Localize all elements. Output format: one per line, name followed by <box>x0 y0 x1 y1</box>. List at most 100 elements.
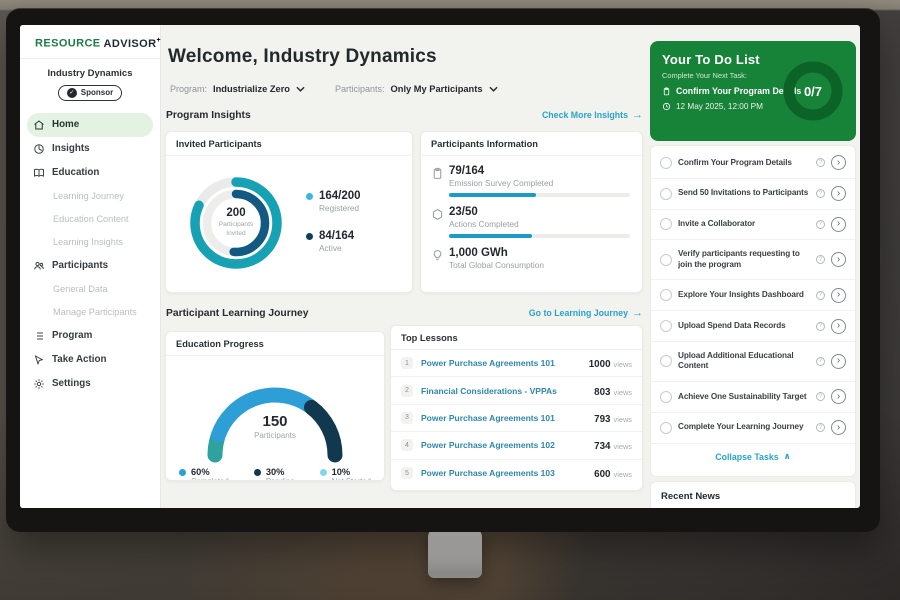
sidebar-item-education-content[interactable]: Education Content <box>20 208 160 231</box>
task-checkbox[interactable] <box>660 355 672 367</box>
section-title: Program Insights <box>166 110 251 121</box>
card-title: Participants Information <box>421 132 642 156</box>
list-icon <box>33 330 45 342</box>
sidebar-item-home[interactable]: Home <box>27 113 153 137</box>
legend-dot <box>320 469 327 476</box>
task-row[interactable]: Complete Your Learning Journey ? › <box>651 413 855 444</box>
sidebar-item-manage-participants[interactable]: Manage Participants <box>20 301 160 324</box>
task-label: Upload Additional Educational Content <box>678 351 810 372</box>
legend-label: Completed <box>191 477 229 481</box>
task-checkbox[interactable] <box>660 391 672 403</box>
info-icon[interactable]: ? <box>816 291 825 300</box>
participants-filter-dropdown[interactable]: Participants: Only My Participants <box>335 84 498 94</box>
metric-value: 79/164 <box>449 165 630 177</box>
check-more-insights-link[interactable]: Check More Insights → <box>542 109 643 121</box>
lesson-link[interactable]: Power Purchase Agreements 101 <box>421 358 589 368</box>
chevron-right-icon[interactable]: › <box>831 420 846 435</box>
sidebar-item-participants[interactable]: Participants <box>20 254 160 278</box>
app-logo: RESOURCEADVISOR+ <box>20 25 160 59</box>
chevron-right-icon[interactable]: › <box>831 319 846 334</box>
info-icon[interactable]: ? <box>816 322 825 331</box>
info-icon[interactable]: ? <box>816 220 825 229</box>
lesson-row[interactable]: 4 Power Purchase Agreements 102 734views <box>391 432 642 459</box>
task-row[interactable]: Send 50 Invitations to Participants ? › <box>651 179 855 210</box>
lesson-link[interactable]: Power Purchase Agreements 102 <box>421 440 594 450</box>
sidebar-item-label: Learning Insights <box>53 237 123 247</box>
filter-value: Industrialize Zero <box>213 84 290 94</box>
info-icon[interactable]: ? <box>816 423 825 432</box>
info-icon[interactable]: ? <box>816 255 825 264</box>
task-row[interactable]: Explore Your Insights Dashboard ? › <box>651 280 855 311</box>
chevron-right-icon[interactable]: › <box>831 155 846 170</box>
chevron-right-icon[interactable]: › <box>831 288 846 303</box>
sidebar-item-learning-insights[interactable]: Learning Insights <box>20 231 160 254</box>
task-checkbox[interactable] <box>660 254 672 266</box>
sponsor-label: Sponsor <box>81 88 113 97</box>
lesson-link[interactable]: Financial Considerations - VPPAs <box>421 386 594 396</box>
todo-task-list: Confirm Your Program Details ? › Send 50… <box>650 145 856 477</box>
task-checkbox[interactable] <box>660 422 672 434</box>
task-row[interactable]: Confirm Your Program Details ? › <box>651 148 855 179</box>
info-icon[interactable]: ? <box>816 189 825 198</box>
lesson-row[interactable]: 3 Power Purchase Agreements 101 793views <box>391 405 642 432</box>
legend-active: 84/164 Active <box>306 230 361 253</box>
go-to-learning-journey-link[interactable]: Go to Learning Journey → <box>529 307 643 319</box>
task-checkbox[interactable] <box>660 157 672 169</box>
task-checkbox[interactable] <box>660 289 672 301</box>
collapse-tasks-link[interactable]: Collapse Tasks ∧ <box>651 444 855 470</box>
chevron-right-icon[interactable]: › <box>831 354 846 369</box>
sidebar-item-label: General Data <box>53 284 108 294</box>
donut-center-caption: Participants Invited <box>210 221 262 238</box>
program-filter-dropdown[interactable]: Program: Industrialize Zero <box>170 84 305 94</box>
lesson-row[interactable]: 5 Power Purchase Agreements 103 600views <box>391 460 642 487</box>
sidebar-item-education[interactable]: Education <box>20 161 160 185</box>
sidebar-item-settings[interactable]: Settings <box>20 372 160 396</box>
views-suffix: views <box>614 360 632 369</box>
lesson-row[interactable]: 1 Power Purchase Agreements 101 1000view… <box>391 350 642 377</box>
sidebar: RESOURCEADVISOR+ Industry Dynamics ✓ Spo… <box>20 25 161 508</box>
learning-journey-header: Participant Learning Journey Go to Learn… <box>166 307 643 319</box>
filters-row: Program: Industrialize Zero Participants… <box>170 84 498 94</box>
legend-value: 164/200 <box>319 190 361 202</box>
legend-value: 84/164 <box>319 230 354 242</box>
info-icon[interactable]: ? <box>816 357 825 366</box>
lesson-link[interactable]: Power Purchase Agreements 101 <box>421 413 594 423</box>
chevron-up-icon: ∧ <box>784 451 791 462</box>
card-title: Invited Participants <box>166 132 412 156</box>
views-suffix: views <box>614 415 632 424</box>
chevron-right-icon[interactable]: › <box>831 252 846 267</box>
legend-label: Not Started <box>332 477 371 481</box>
chevron-right-icon[interactable]: › <box>831 389 846 404</box>
sidebar-item-label: Education Content <box>53 214 129 224</box>
filter-label: Program: <box>170 84 207 94</box>
sponsor-badge[interactable]: ✓ Sponsor <box>58 85 122 101</box>
task-row[interactable]: Verify participants requesting to join t… <box>651 240 855 280</box>
sidebar-item-insights[interactable]: Insights <box>20 137 160 161</box>
lesson-row[interactable]: 2 Financial Considerations - VPPAs 803vi… <box>391 377 642 404</box>
chevron-right-icon[interactable]: › <box>831 186 846 201</box>
clipboard-icon <box>662 87 671 96</box>
info-icon[interactable]: ? <box>816 392 825 401</box>
sidebar-item-learning-journey[interactable]: Learning Journey <box>20 185 160 208</box>
task-checkbox[interactable] <box>660 218 672 230</box>
task-row[interactable]: Invite a Collaborator ? › <box>651 210 855 241</box>
lesson-link[interactable]: Power Purchase Agreements 103 <box>421 468 594 478</box>
task-row[interactable]: Upload Additional Educational Content ? … <box>651 342 855 382</box>
legend-value: 10% <box>332 467 371 477</box>
task-checkbox[interactable] <box>660 320 672 332</box>
task-label: Complete Your Learning Journey <box>678 422 810 433</box>
sidebar-item-take-action[interactable]: Take Action <box>20 348 160 372</box>
section-title: Participant Learning Journey <box>166 308 308 319</box>
sidebar-item-general-data[interactable]: General Data <box>20 278 160 301</box>
task-checkbox[interactable] <box>660 188 672 200</box>
info-icon[interactable]: ? <box>816 158 825 167</box>
task-row[interactable]: Achieve One Sustainability Target ? › <box>651 382 855 413</box>
chevron-right-icon[interactable]: › <box>831 217 846 232</box>
dashboard-screen: RESOURCEADVISOR+ Industry Dynamics ✓ Spo… <box>20 25 860 508</box>
sidebar-item-program[interactable]: Program <box>20 324 160 348</box>
monitor-bezel: RESOURCEADVISOR+ Industry Dynamics ✓ Spo… <box>6 8 880 532</box>
task-row[interactable]: Upload Spend Data Records ? › <box>651 311 855 342</box>
donut-center-value: 200 <box>226 207 245 219</box>
views-count: 793 <box>594 414 610 425</box>
task-label: Achieve One Sustainability Target <box>678 392 810 403</box>
